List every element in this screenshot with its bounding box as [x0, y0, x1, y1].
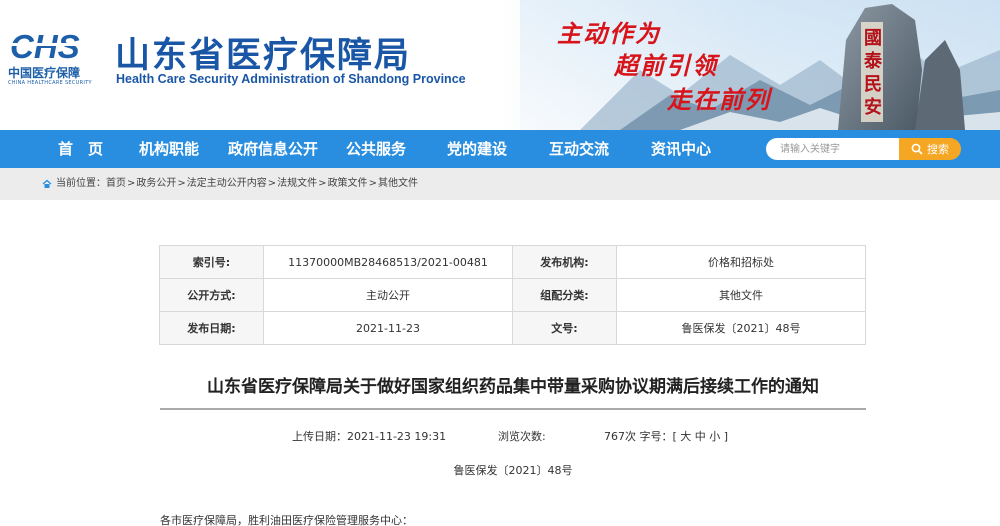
doc-number-value: 鲁医保发〔2021〕48号: [616, 311, 866, 345]
view-count-and-fontsize: 767次 字号：[ 大 中 小 ]: [604, 428, 728, 444]
nav-item-party[interactable]: 党的建设: [447, 130, 507, 168]
breadcrumb-link-gov-affairs[interactable]: 政务公开: [136, 168, 176, 200]
upload-date-label: 上传日期：: [292, 430, 347, 443]
breadcrumb-link-other[interactable]: 其他文件: [378, 168, 418, 200]
nav-item-gov-info[interactable]: 政府信息公开: [228, 130, 318, 168]
stone-char-3: 民: [864, 74, 882, 95]
logo-english-text: CHINA HEALTHCARE SECURITY: [8, 80, 92, 86]
nav-item-functions[interactable]: 机构职能: [139, 130, 199, 168]
nav-item-home[interactable]: 首 页: [58, 130, 103, 168]
publish-date-label: 发布日期:: [159, 311, 264, 345]
nav-item-interaction[interactable]: 互动交流: [549, 130, 609, 168]
fontsize-large-link[interactable]: 大: [680, 430, 691, 443]
breadcrumb-separator: >: [177, 178, 186, 189]
breadcrumb-separator: >: [127, 178, 136, 189]
open-mode-value: 主动公开: [263, 278, 513, 312]
logo-mark-text: CHS: [10, 30, 80, 64]
issuer-value: 价格和招标处: [616, 245, 866, 279]
fontsize-label: 字号：: [639, 430, 673, 443]
table-row: 索引号: 11370000MB28468513/2021-00481 发布机构:…: [159, 245, 866, 279]
title-divider: [160, 408, 866, 410]
breadcrumb-separator: >: [318, 178, 327, 189]
site-header: CHS 中国医疗保障 CHINA HEALTHCARE SECURITY 山东省…: [0, 0, 1000, 130]
breadcrumb-link-policy[interactable]: 政策文件: [328, 168, 368, 200]
chs-logo-icon: CHS: [10, 30, 97, 64]
fontsize-small-link[interactable]: 小: [709, 430, 720, 443]
fontsize-switcher: [ 大 中 小 ]: [673, 430, 729, 443]
issuer-label: 发布机构:: [512, 245, 617, 279]
document-info-table: 索引号: 11370000MB28468513/2021-00481 发布机构:…: [159, 245, 866, 345]
logo-chinese-text: 中国医疗保障: [8, 66, 81, 80]
article-doc-number: 鲁医保发〔2021〕48号: [453, 464, 573, 477]
category-value: 其他文件: [616, 278, 866, 312]
article-salutation: 各市医疗保障局，胜利油田医疗保险管理服务中心：: [160, 514, 413, 526]
article-title: 山东省医疗保障局关于做好国家组织药品集中带量采购协议期满后接续工作的通知: [207, 377, 819, 397]
stone-char-2: 泰: [863, 50, 883, 72]
category-label: 组配分类:: [512, 278, 617, 312]
search-button[interactable]: 搜索: [899, 138, 961, 160]
slogan-line-3: 走在前列: [667, 85, 771, 114]
home-icon: [42, 179, 52, 188]
upload-date: 上传日期：2021-11-23 19:31: [292, 428, 446, 444]
nav-item-public-service[interactable]: 公共服务: [346, 130, 406, 168]
breadcrumb-link-statutory[interactable]: 法定主动公开内容: [187, 168, 267, 200]
slogan-line-1: 主动作为: [557, 19, 661, 48]
slogan-line-2: 超前引领: [614, 51, 718, 80]
stone-char-4: 安: [864, 96, 882, 118]
search-icon: [911, 143, 923, 155]
breadcrumb-link-home[interactable]: 首页: [106, 168, 126, 200]
fontsize-medium-link[interactable]: 中: [695, 430, 706, 443]
publish-date-value: 2021-11-23: [263, 311, 513, 345]
search-input[interactable]: [766, 138, 900, 160]
breadcrumb-prefix: 当前位置：: [56, 178, 106, 189]
nav-item-news[interactable]: 资讯中心: [651, 130, 711, 168]
table-row: 发布日期: 2021-11-23 文号: 鲁医保发〔2021〕48号: [159, 311, 866, 345]
table-row: 公开方式: 主动公开 组配分类: 其他文件: [159, 278, 866, 312]
fontsize-bracket-open: [: [672, 430, 677, 443]
view-count-label: 浏览次数:: [498, 430, 546, 443]
breadcrumb-separator: >: [368, 178, 377, 189]
upload-date-value: 2021-11-23 19:31: [347, 430, 447, 443]
breadcrumb-link-regulations[interactable]: 法规文件: [277, 168, 317, 200]
site-title: 山东省医疗保障局: [115, 36, 412, 76]
index-value: 11370000MB28468513/2021-00481: [263, 245, 513, 279]
open-mode-label: 公开方式:: [159, 278, 264, 312]
fontsize-bracket-close: ]: [723, 430, 729, 443]
site-subtitle: Health Care Security Administration of S…: [116, 72, 466, 86]
breadcrumb-separator: >: [267, 178, 277, 189]
stone-char-1: 國: [864, 28, 882, 49]
search-button-label: 搜索: [927, 143, 949, 156]
doc-number-label: 文号:: [512, 311, 617, 345]
breadcrumb: 当前位置： 首页 > 政务公开 > 法定主动公开内容 > 法规文件 > 政策文件…: [42, 168, 418, 200]
stone-inscription: 國 泰 民 安: [863, 28, 883, 118]
view-count-value: 767次: [604, 430, 636, 443]
index-label: 索引号:: [159, 245, 264, 279]
